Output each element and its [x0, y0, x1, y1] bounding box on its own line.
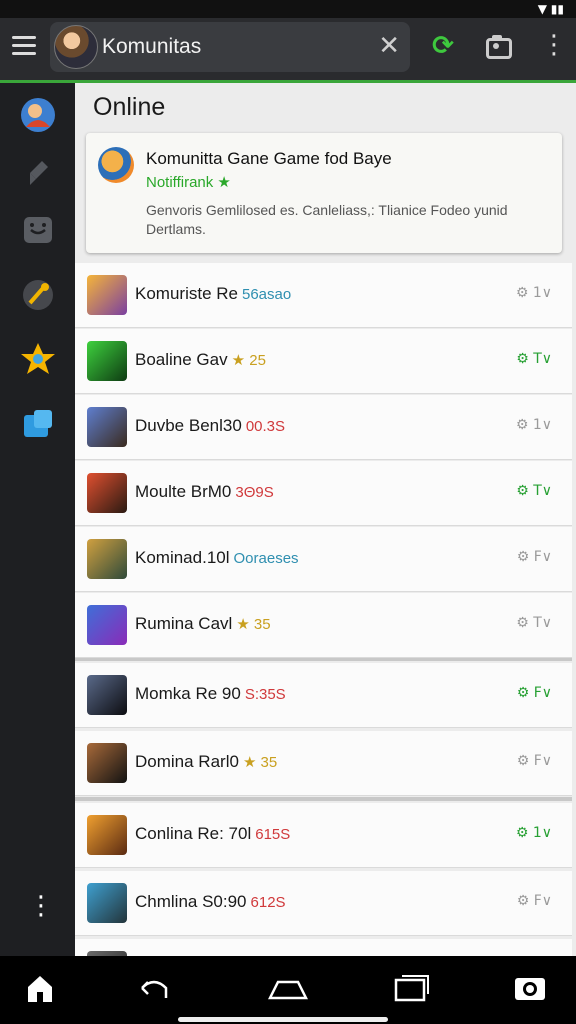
signal-icon: ▼ ▮▮	[537, 2, 564, 16]
list-item-title: Momka Re 90	[135, 684, 241, 703]
settings-dropdown-icon[interactable]: ⚙ F∨	[517, 685, 552, 701]
list-item-name: Conlina Re: 70l 615S	[135, 824, 290, 844]
overview-icon[interactable]	[392, 970, 429, 1006]
settings-dropdown-icon[interactable]: ⚙ T∨	[516, 615, 552, 631]
list-item-title: Moulte BrM0	[135, 482, 232, 501]
notification-icon	[98, 147, 134, 183]
top-bar: Komunitas ✕ ⟳ ⋮	[0, 18, 576, 83]
game-thumbnail	[87, 883, 127, 923]
notification-body: Genvoris Gemlilosed es. Canleliass,: Tli…	[146, 202, 508, 237]
list-item-name: Rumina Cavl ★ 35	[135, 614, 271, 634]
list-item[interactable]: Duvbe Benl30 00.3S ⚙ 1∨	[75, 395, 572, 460]
recents-home-icon[interactable]	[267, 970, 309, 1006]
list-item-name: Moulte BrM0 3Θ9S	[135, 482, 274, 502]
chat-icon[interactable]	[20, 213, 56, 249]
close-icon[interactable]: ✕	[378, 32, 400, 60]
list-item-title: Boaline Gav	[135, 350, 228, 369]
list-item-title: Chmlina S0:90	[135, 892, 247, 911]
list-item[interactable]: Momka Re 90 S:35S ⚙ F∨	[75, 663, 572, 728]
refresh-icon[interactable]: ⟳	[429, 32, 457, 60]
list-item-name: Domina Rarl0 ★ 35	[135, 752, 277, 772]
list-item-value: 612S	[250, 894, 286, 911]
settings-dropdown-icon[interactable]: ⚙ F∨	[517, 549, 552, 565]
side-rail: ⋮	[0, 83, 75, 956]
list-item-name: Boaline Gav ★ 25	[135, 350, 266, 370]
list-item-value: ★ 35	[236, 616, 271, 633]
more-vertical-icon[interactable]: ⋮	[28, 893, 54, 919]
list-item-name: Duvbe Benl30 00.3S	[135, 416, 285, 436]
planet-icon[interactable]	[20, 277, 56, 313]
notification-title: Komunitta Gane Game fod Baye	[146, 149, 392, 168]
list-item-title: Kominad.10l	[135, 548, 230, 567]
list-item[interactable]: Konlaiferas 902l2S	[75, 939, 572, 956]
status-bar: ▼ ▮▮	[0, 0, 576, 18]
star-icon[interactable]	[20, 341, 56, 377]
list-item[interactable]: Boaline Gav ★ 25 ⚙ T∨	[75, 329, 572, 394]
list-item[interactable]: Chmlina S0:90 612S ⚙ F∨	[75, 871, 572, 936]
game-thumbnail	[87, 473, 127, 513]
list-item-name: Komuriste Re 56asao	[135, 284, 291, 304]
camera-icon[interactable]	[484, 32, 512, 60]
puzzle-icon[interactable]	[20, 407, 56, 443]
game-thumbnail	[87, 275, 127, 315]
list-item-value: 00.3S	[245, 418, 286, 435]
list-item-value: 3Θ9S	[235, 484, 274, 501]
list-item-title: Conlina Re: 70l	[135, 824, 252, 843]
game-thumbnail	[87, 605, 127, 645]
brush-icon[interactable]	[20, 155, 56, 191]
settings-dropdown-icon[interactable]: ⚙ F∨	[517, 753, 552, 769]
list-item[interactable]: Moulte BrM0 3Θ9S ⚙ T∨	[75, 461, 572, 526]
settings-dropdown-icon[interactable]: ⚙ F∨	[517, 893, 552, 909]
game-thumbnail	[87, 815, 127, 855]
settings-dropdown-icon[interactable]: ⚙ T∨	[516, 351, 552, 367]
settings-dropdown-icon[interactable]: ⚙ T∨	[516, 483, 552, 499]
settings-dropdown-icon[interactable]: ⚙ 1∨	[516, 285, 552, 301]
game-thumbnail	[87, 539, 127, 579]
list-item-title: Domina Rarl0	[135, 752, 239, 771]
list-item-value: ★ 25	[231, 352, 266, 369]
game-thumbnail	[87, 341, 127, 381]
list-item[interactable]: Komuriste Re 56asao ⚙ 1∨	[75, 263, 572, 328]
notification-card[interactable]: Komunitta Gane Game fod Baye Notiffirank…	[86, 133, 562, 253]
notification-subtitle: Notiffirank ★	[146, 174, 231, 191]
settings-dropdown-icon[interactable]: ⚙ 1∨	[516, 417, 552, 433]
home-indicator	[178, 1017, 388, 1022]
list-item[interactable]: Conlina Re: 70l 615S ⚙ 1∨	[75, 803, 572, 868]
list-item-title: Duvbe Benl30	[135, 416, 242, 435]
list-item-value: Ooraeses	[233, 550, 299, 567]
list-item-value: ★ 35	[242, 754, 278, 771]
back-icon[interactable]	[136, 970, 172, 1006]
navigation-bar	[0, 956, 576, 1024]
section-title: Online	[93, 93, 166, 121]
list-item-name: Chmlina S0:90 612S	[135, 892, 286, 912]
list-separator	[75, 797, 572, 801]
game-thumbnail	[87, 675, 127, 715]
app-header-pill[interactable]: Komunitas ✕	[50, 22, 410, 72]
list-item-title: Rumina Cavl	[135, 614, 233, 633]
home-icon[interactable]	[22, 970, 58, 1006]
screenshot-icon[interactable]	[512, 970, 548, 1006]
list-item[interactable]: Rumina Cavl ★ 35 ⚙ T∨	[75, 593, 572, 658]
game-thumbnail	[87, 407, 127, 447]
game-thumbnail	[87, 743, 127, 783]
list-item-value: 56asao	[241, 286, 292, 303]
list-item-name: Momka Re 90 S:35S	[135, 684, 286, 704]
list-item[interactable]: Domina Rarl0 ★ 35 ⚙ F∨	[75, 731, 572, 796]
list-item-title: Komuriste Re	[135, 284, 238, 303]
main-content: Online Komunitta Gane Game fod Baye Noti…	[75, 83, 576, 956]
avatar-icon[interactable]	[20, 97, 56, 133]
app-avatar[interactable]	[54, 25, 98, 69]
list-item-value: 615S	[255, 826, 291, 843]
app-title: Komunitas	[102, 35, 202, 58]
list-item-name: Kominad.10l Ooraeses	[135, 548, 299, 568]
menu-icon[interactable]	[12, 36, 36, 56]
settings-dropdown-icon[interactable]: ⚙ 1∨	[516, 825, 552, 841]
list-item-value: S:35S	[244, 686, 286, 703]
list-item[interactable]: Kominad.10l Ooraeses ⚙ F∨	[75, 527, 572, 592]
more-options-icon[interactable]: ⋮	[540, 32, 568, 60]
